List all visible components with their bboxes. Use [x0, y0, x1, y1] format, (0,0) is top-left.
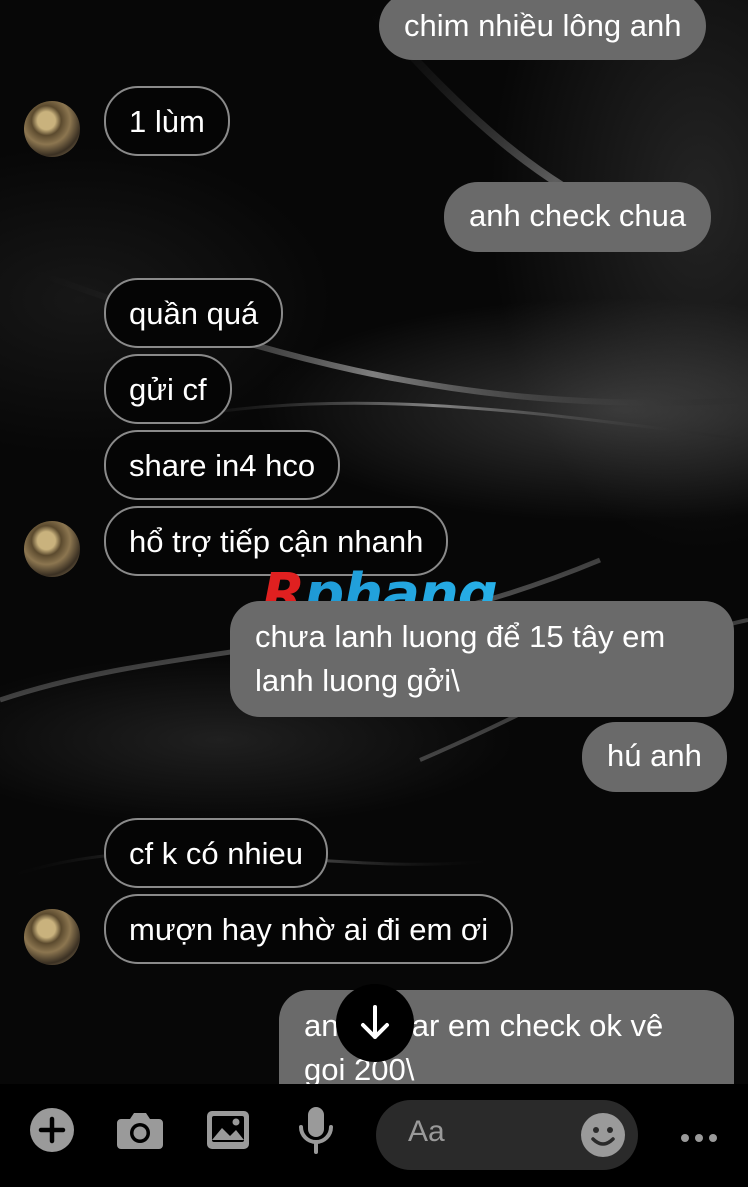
incoming-message[interactable]: share in4 hco	[104, 430, 341, 500]
more-options-button[interactable]	[678, 1128, 720, 1148]
outgoing-message[interactable]: chim nhiều lông anh	[379, 0, 707, 60]
incoming-message[interactable]: quần quá	[104, 278, 284, 348]
outgoing-message[interactable]: anh check chua	[444, 182, 712, 252]
camera-icon	[117, 1113, 163, 1149]
voice-button[interactable]	[290, 1104, 342, 1156]
emoji-icon	[581, 1113, 625, 1157]
message-input[interactable]: Aa	[376, 1100, 638, 1170]
camera-button[interactable]	[114, 1104, 166, 1156]
incoming-message[interactable]: gửi cf	[104, 354, 232, 424]
arrow-down-icon	[361, 1005, 389, 1039]
incoming-message[interactable]: 1 lùm	[104, 86, 230, 156]
more-icon	[681, 1134, 717, 1142]
message-text-rest: ear em check ok vê	[394, 1008, 664, 1043]
add-button[interactable]	[26, 1104, 78, 1156]
message-text-start: an	[304, 1008, 339, 1043]
outgoing-message[interactable]: hú anh	[582, 722, 727, 792]
image-icon	[207, 1111, 249, 1149]
contact-avatar[interactable]	[24, 101, 80, 157]
contact-avatar[interactable]	[24, 909, 80, 965]
emoji-button[interactable]	[580, 1112, 626, 1158]
contact-avatar[interactable]	[24, 521, 80, 577]
outgoing-message[interactable]: chưa lanh luong để 15 tây em lanh luong …	[230, 601, 734, 717]
gallery-button[interactable]	[202, 1104, 254, 1156]
scroll-to-bottom-button[interactable]	[336, 984, 414, 1062]
microphone-icon	[299, 1107, 333, 1154]
incoming-message[interactable]: cf k có nhieu	[104, 818, 329, 888]
composer-bar: Aa	[0, 1084, 748, 1187]
message-input-placeholder: Aa	[408, 1115, 445, 1148]
plus-icon	[30, 1108, 74, 1152]
incoming-message[interactable]: mượn hay nhờ ai đi em ơi	[104, 894, 514, 964]
